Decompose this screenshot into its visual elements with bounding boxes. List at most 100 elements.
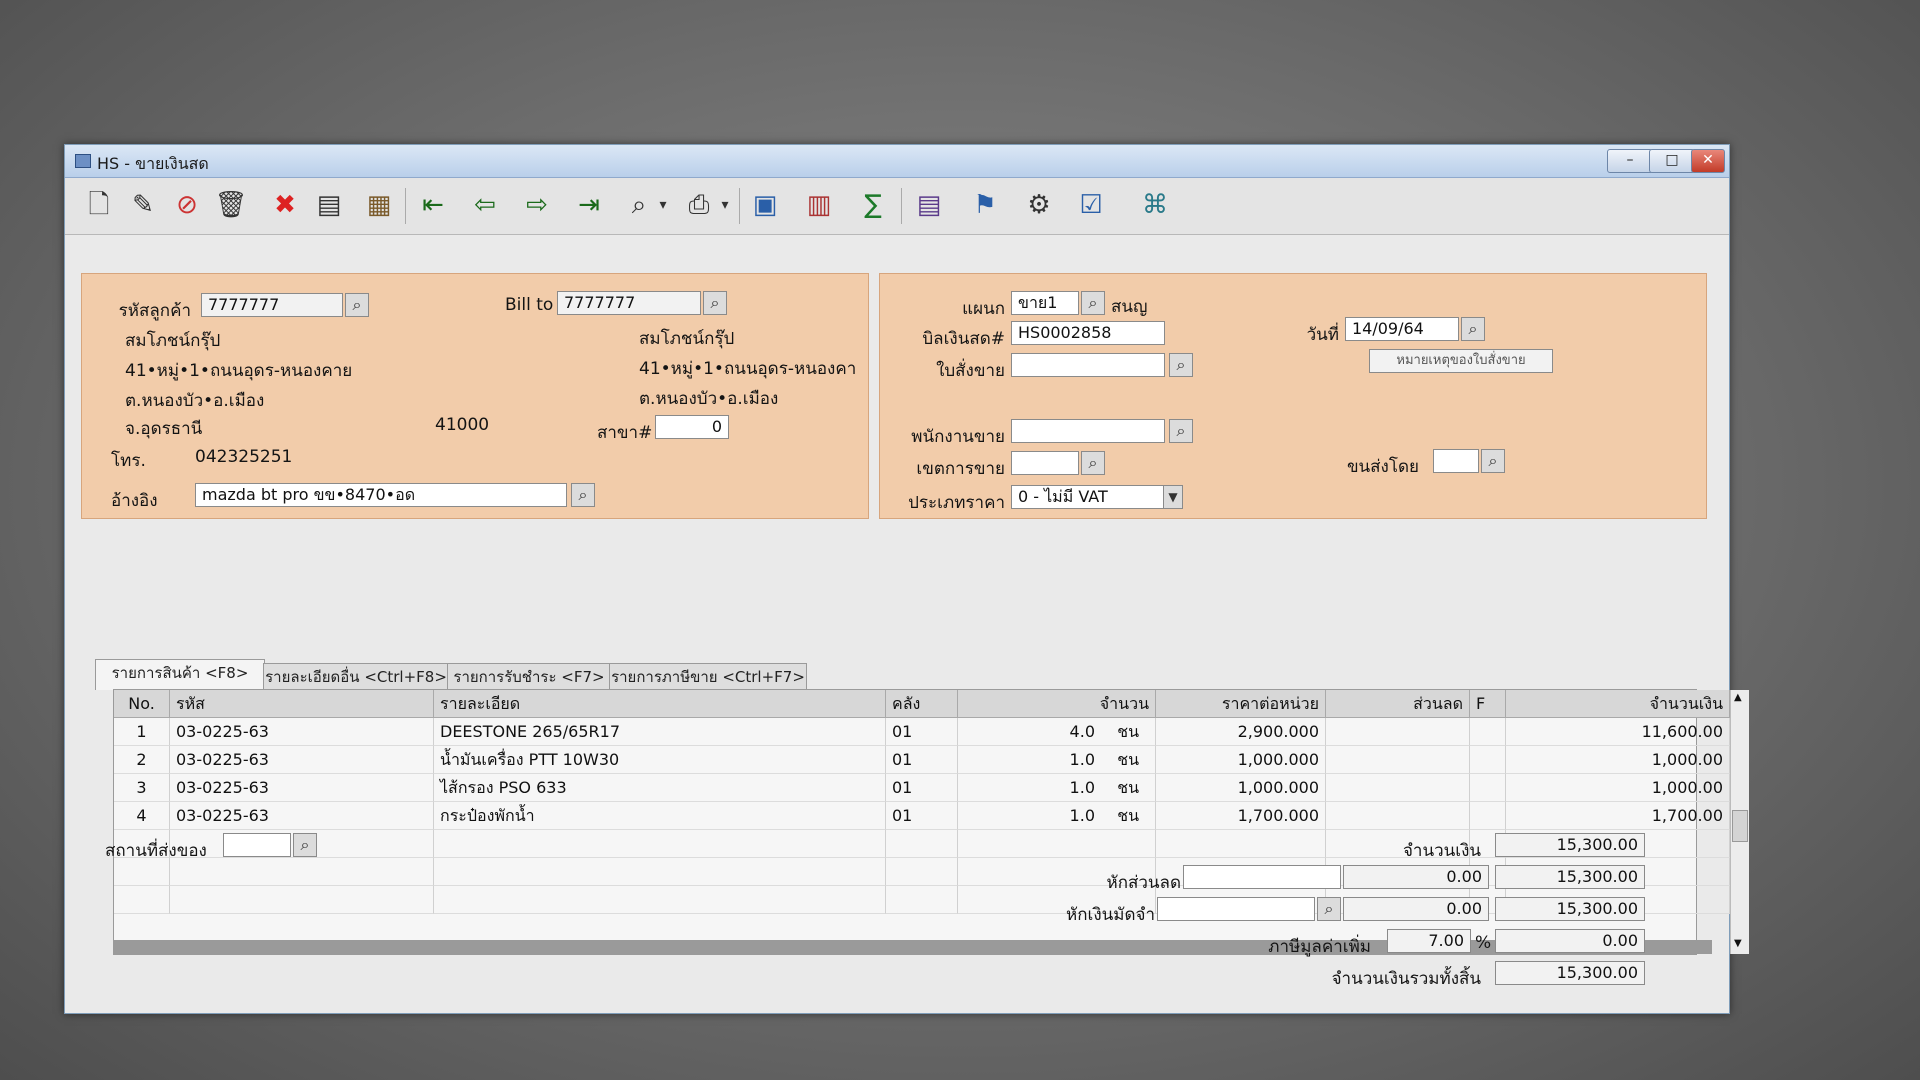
- approve-icon[interactable]: ⚑: [967, 187, 1003, 223]
- table-cell[interactable]: 1: [114, 718, 170, 746]
- table-cell[interactable]: 01: [886, 718, 958, 746]
- table-cell[interactable]: 1,000.000: [1156, 746, 1326, 774]
- table-cell[interactable]: [1470, 774, 1506, 802]
- column-header[interactable]: รหัส: [170, 690, 434, 718]
- sales-order-note-button[interactable]: หมายเหตุของใบสั่งขาย: [1369, 349, 1553, 373]
- empty-cell[interactable]: [434, 858, 886, 886]
- scroll-thumb[interactable]: [1732, 810, 1748, 842]
- previous-record-icon[interactable]: ⇦: [467, 187, 503, 223]
- bill-to-search-icon[interactable]: ⌕: [703, 291, 727, 315]
- table-cell[interactable]: 03-0225-63: [170, 774, 434, 802]
- last-record-icon[interactable]: ⇥: [571, 187, 607, 223]
- customer-code-input[interactable]: 7777777: [201, 293, 343, 317]
- tab-other-details[interactable]: รายละเอียดอื่น <Ctrl+F8>: [263, 663, 449, 690]
- table-cell[interactable]: 2,900.000: [1156, 718, 1326, 746]
- date-input[interactable]: 14/09/64: [1345, 317, 1459, 341]
- table-cell[interactable]: [1326, 746, 1470, 774]
- tab-items[interactable]: รายการสินค้า <F8>: [95, 659, 265, 690]
- column-header[interactable]: คลัง: [886, 690, 958, 718]
- books-icon[interactable]: ▦: [361, 187, 397, 223]
- table-cell[interactable]: 1,700.000: [1156, 802, 1326, 830]
- table-cell[interactable]: 4: [114, 802, 170, 830]
- table-cell[interactable]: [1470, 802, 1506, 830]
- empty-cell[interactable]: [170, 886, 434, 914]
- price-type-select[interactable]: 0 - ไม่มี VAT: [1011, 485, 1181, 509]
- print-icon[interactable]: ⎙: [681, 187, 717, 223]
- deposit-input[interactable]: [1157, 897, 1315, 921]
- table-cell[interactable]: 1,000.00: [1506, 774, 1730, 802]
- empty-cell[interactable]: [886, 886, 958, 914]
- table-cell[interactable]: 03-0225-63: [170, 718, 434, 746]
- discount-input[interactable]: [1183, 865, 1341, 889]
- customer-search-icon[interactable]: ⌕: [345, 293, 369, 317]
- table-cell[interactable]: 1.0 ชน: [958, 746, 1156, 774]
- shipping-input[interactable]: [1433, 449, 1479, 473]
- table-cell[interactable]: น้ำมันเครื่อง PTT 10W30: [434, 746, 886, 774]
- empty-cell[interactable]: [114, 886, 170, 914]
- table-cell[interactable]: 3: [114, 774, 170, 802]
- network-icon[interactable]: ⌘: [1137, 187, 1173, 223]
- form-icon[interactable]: ▥: [801, 187, 837, 223]
- column-header[interactable]: ส่วนลด: [1326, 690, 1470, 718]
- empty-cell[interactable]: [170, 858, 434, 886]
- void-icon[interactable]: ⊘: [169, 187, 205, 223]
- new-icon[interactable]: 🗋: [81, 187, 117, 223]
- tab-sales-tax[interactable]: รายการภาษีขาย <Ctrl+F7>: [609, 663, 807, 690]
- date-calendar-icon[interactable]: ⌕: [1461, 317, 1485, 341]
- table-cell[interactable]: [1326, 718, 1470, 746]
- report-icon[interactable]: ▤: [911, 187, 947, 223]
- column-header[interactable]: ราคาต่อหน่วย: [1156, 690, 1326, 718]
- table-cell[interactable]: 01: [886, 774, 958, 802]
- tools-icon[interactable]: ⚙: [1021, 187, 1057, 223]
- table-cell[interactable]: [1470, 718, 1506, 746]
- bill-number-input[interactable]: HS0002858: [1011, 321, 1165, 345]
- salesman-input[interactable]: [1011, 419, 1165, 443]
- find-dropdown-icon[interactable]: ▾: [655, 187, 671, 223]
- table-cell[interactable]: [1326, 802, 1470, 830]
- next-record-icon[interactable]: ⇨: [519, 187, 555, 223]
- deposit-search-icon[interactable]: ⌕: [1317, 897, 1341, 921]
- delete-icon[interactable]: 🗑: [213, 187, 249, 223]
- horizontal-scrollbar[interactable]: [114, 940, 1712, 954]
- column-header[interactable]: F: [1470, 690, 1506, 718]
- table-cell[interactable]: 1,700.00: [1506, 802, 1730, 830]
- note-icon[interactable]: ▣: [747, 187, 783, 223]
- print-dropdown-icon[interactable]: ▾: [717, 187, 733, 223]
- empty-cell[interactable]: [886, 858, 958, 886]
- table-cell[interactable]: 11,600.00: [1506, 718, 1730, 746]
- cancel-icon[interactable]: ✖: [267, 187, 303, 223]
- ok-icon[interactable]: ☑: [1073, 187, 1109, 223]
- close-button[interactable]: ✕: [1691, 149, 1725, 173]
- save-icon[interactable]: ▤: [311, 187, 347, 223]
- salesman-search-icon[interactable]: ⌕: [1169, 419, 1193, 443]
- column-header[interactable]: No.: [114, 690, 170, 718]
- table-cell[interactable]: 01: [886, 746, 958, 774]
- column-header[interactable]: รายละเอียด: [434, 690, 886, 718]
- table-cell[interactable]: 4.0 ชน: [958, 718, 1156, 746]
- first-record-icon[interactable]: ⇤: [415, 187, 451, 223]
- sales-order-input[interactable]: [1011, 353, 1165, 377]
- scroll-up-icon[interactable]: ▲: [1734, 692, 1742, 703]
- sum-icon[interactable]: ∑: [855, 187, 891, 223]
- table-cell[interactable]: 2: [114, 746, 170, 774]
- column-header[interactable]: จำนวน: [958, 690, 1156, 718]
- table-cell[interactable]: กระป๋องพักน้ำ: [434, 802, 886, 830]
- bill-to-input[interactable]: 7777777: [557, 291, 701, 315]
- table-cell[interactable]: 03-0225-63: [170, 746, 434, 774]
- department-input[interactable]: ขาย1: [1011, 291, 1079, 315]
- ship-place-input[interactable]: [223, 833, 291, 857]
- empty-cell[interactable]: [434, 886, 886, 914]
- table-cell[interactable]: 1,000.00: [1506, 746, 1730, 774]
- sales-area-search-icon[interactable]: ⌕: [1081, 451, 1105, 475]
- ship-place-search-icon[interactable]: ⌕: [293, 833, 317, 857]
- sales-area-input[interactable]: [1011, 451, 1079, 475]
- department-search-icon[interactable]: ⌕: [1081, 291, 1105, 315]
- table-cell[interactable]: 1.0 ชน: [958, 774, 1156, 802]
- column-header[interactable]: จำนวนเงิน: [1506, 690, 1730, 718]
- vertical-scrollbar[interactable]: ▲ ▼: [1730, 690, 1749, 954]
- scroll-down-icon[interactable]: ▼: [1734, 938, 1742, 949]
- chevron-down-icon[interactable]: ▼: [1163, 485, 1183, 509]
- reference-input[interactable]: mazda bt pro ขข•8470•อด: [195, 483, 567, 507]
- table-cell[interactable]: [1326, 774, 1470, 802]
- table-cell[interactable]: DEESTONE 265/65R17: [434, 718, 886, 746]
